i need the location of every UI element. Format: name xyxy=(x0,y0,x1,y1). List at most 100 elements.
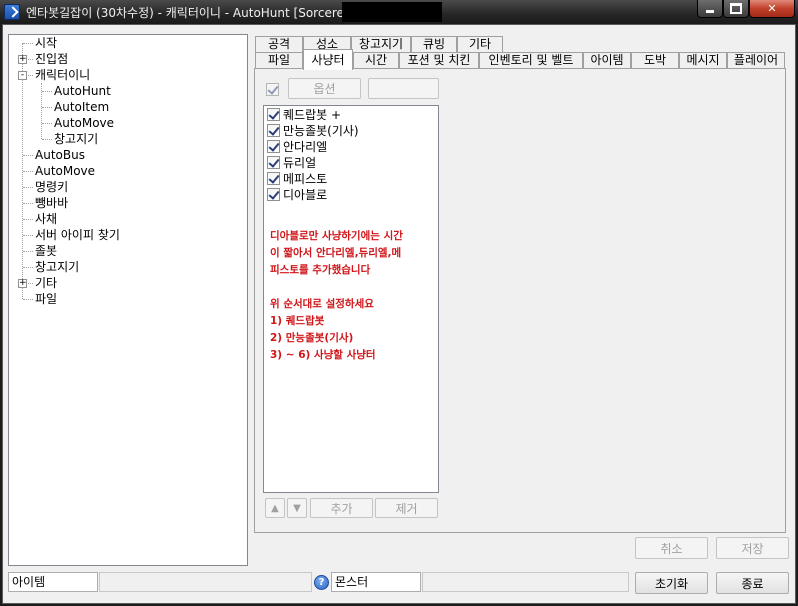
tree-item-automove[interactable]: AutoMove xyxy=(54,115,114,131)
expand-icon[interactable]: + xyxy=(18,55,27,64)
tree-connector xyxy=(23,203,33,204)
tree-item-label: AutoMove xyxy=(35,164,96,178)
option-button[interactable]: 옵션 xyxy=(288,78,361,99)
item-value-field[interactable] xyxy=(99,572,312,592)
list-item[interactable]: 메피스토 xyxy=(264,171,438,187)
item-checkbox[interactable] xyxy=(267,140,280,153)
tab-storage[interactable]: 창고지기 xyxy=(351,36,411,53)
list-item[interactable]: 퀘드랍봇 + xyxy=(264,107,438,123)
list-item-label: 만능졸봇(기사) xyxy=(283,124,359,138)
title-bar: 엔타봇길잡이 (30차수정) - 캐릭터이니 - AutoHunt [Sorce… xyxy=(0,0,798,24)
tree-item-start[interactable]: 시작 xyxy=(35,35,57,51)
list-item[interactable]: 디아블로 xyxy=(264,187,438,203)
expand-icon[interactable]: + xyxy=(18,279,27,288)
tree-item-label: 시작 xyxy=(35,36,58,50)
tree-item-command-keys[interactable]: 명령키 xyxy=(35,179,68,195)
note-line: 디아블로만 사냥하기에는 시간 xyxy=(270,230,403,242)
tree-item-label: 진입점 xyxy=(35,52,69,66)
add-button[interactable]: 추가 xyxy=(310,498,373,518)
tree-connector xyxy=(23,251,33,252)
tree-connector xyxy=(23,43,33,44)
tree-item-label: 캐릭터이니 xyxy=(35,68,91,82)
tree-connector xyxy=(42,139,52,140)
tab-gamble[interactable]: 도박 xyxy=(631,52,679,69)
tree-item-etc[interactable]: 기타 xyxy=(35,275,57,291)
tab-time[interactable]: 시간 xyxy=(353,52,399,69)
exit-button[interactable]: 종료 xyxy=(716,572,789,594)
item-checkbox[interactable] xyxy=(267,188,280,201)
tree-item-entry[interactable]: 진입점 xyxy=(35,51,68,67)
tree-item-label: 창고지기 xyxy=(35,260,80,274)
tab-attack[interactable]: 공격 xyxy=(255,36,303,53)
cancel-button[interactable]: 취소 xyxy=(635,537,708,559)
tree-connector xyxy=(42,107,52,108)
collapse-icon[interactable]: - xyxy=(18,71,27,80)
maximize-button[interactable] xyxy=(723,0,749,18)
tree-item-label: AutoBus xyxy=(35,148,85,162)
tab-cubing[interactable]: 큐빙 xyxy=(411,36,457,53)
tab-hunting-ground[interactable]: 사냥터 xyxy=(303,49,353,70)
instruction-note: 디아블로만 사냥하기에는 시간 이 짧아서 안다리엘,듀리엘,메 피스토를 추가… xyxy=(270,228,436,364)
tree-item-file[interactable]: 파일 xyxy=(35,291,57,307)
tree-item-label: 창고지기 xyxy=(54,132,99,146)
tree-item-label: AutoItem xyxy=(54,100,110,114)
tree-item-loan[interactable]: 사채 xyxy=(35,211,57,227)
monster-value-field[interactable] xyxy=(422,572,629,592)
blank-button[interactable] xyxy=(368,78,439,99)
tree-connector xyxy=(42,91,52,92)
list-item[interactable]: 듀리얼 xyxy=(264,155,438,171)
tree-item-label: 파일 xyxy=(35,292,58,306)
tree-connector xyxy=(23,187,33,188)
tree-item-label: 명령키 xyxy=(35,180,69,194)
tab-file[interactable]: 파일 xyxy=(255,52,303,69)
tree-connector xyxy=(28,283,33,284)
tree-item-label: AutoHunt xyxy=(54,84,111,98)
move-down-icon[interactable]: ▼ xyxy=(287,498,307,518)
item-checkbox[interactable] xyxy=(267,108,280,121)
tree-connector xyxy=(28,75,33,76)
tree-item-storage-keeper[interactable]: 창고지기 xyxy=(54,131,98,147)
note-line: 이 짧아서 안다리엘,듀리엘,메 xyxy=(270,247,402,259)
tree-connector xyxy=(23,171,33,172)
reset-button[interactable]: 초기화 xyxy=(635,572,708,594)
note-line: 2) 만능졸봇(기사) xyxy=(270,332,354,344)
tab-etc[interactable]: 기타 xyxy=(457,36,503,53)
item-checkbox[interactable] xyxy=(267,172,280,185)
app-icon[interactable] xyxy=(4,4,20,20)
note-line: 3) ~ 6) 사냥할 사냥터 xyxy=(270,349,376,361)
tree-item-minion-bot[interactable]: 졸봇 xyxy=(35,243,57,259)
navigation-tree[interactable]: 시작 + 진입점 - 캐릭터이니 AutoHunt AutoItem AutoM… xyxy=(8,34,248,566)
tab-player[interactable]: 플레이어 xyxy=(727,52,785,69)
tree-connector xyxy=(23,267,33,268)
tree-item-autoitem[interactable]: AutoItem xyxy=(54,99,109,115)
tree-item-storage-keeper-root[interactable]: 창고지기 xyxy=(35,259,79,275)
remove-button[interactable]: 제거 xyxy=(375,498,438,518)
tab-inventory-belt[interactable]: 인벤토리 및 벨트 xyxy=(479,52,583,69)
help-icon[interactable]: ? xyxy=(314,575,329,590)
tab-message[interactable]: 메시지 xyxy=(679,52,727,69)
list-item[interactable]: 안다리엘 xyxy=(264,139,438,155)
option-checkbox[interactable] xyxy=(266,83,279,96)
tree-item-server-ip-finder[interactable]: 서버 아이피 찾기 xyxy=(35,227,120,243)
tab-item[interactable]: 아이템 xyxy=(583,52,631,69)
move-up-icon[interactable]: ▲ xyxy=(265,498,285,518)
tree-connector xyxy=(23,299,33,300)
save-button[interactable]: 저장 xyxy=(716,537,789,559)
tab-potion-chicken[interactable]: 포션 및 치킨 xyxy=(399,52,479,69)
item-checkbox[interactable] xyxy=(267,124,280,137)
tree-connector xyxy=(28,59,33,60)
tree-item-autobus[interactable]: AutoBus xyxy=(35,147,85,163)
tree-item-label: 뺑바바 xyxy=(35,196,69,210)
tree-item-label: 서버 아이피 찾기 xyxy=(35,228,120,242)
minimize-button[interactable] xyxy=(697,0,723,18)
tree-item-character-ini[interactable]: 캐릭터이니 xyxy=(35,67,90,83)
redacted-region xyxy=(342,2,442,22)
note-line: 1) 퀘드랍봇 xyxy=(270,315,325,327)
list-item[interactable]: 만능졸봇(기사) xyxy=(264,123,438,139)
item-checkbox[interactable] xyxy=(267,156,280,169)
item-label-field: 아이템 xyxy=(8,572,98,592)
close-button[interactable] xyxy=(749,0,795,18)
tree-item-baal-run[interactable]: 뺑바바 xyxy=(35,195,68,211)
tree-item-autohunt[interactable]: AutoHunt xyxy=(54,83,111,99)
tree-item-automove-root[interactable]: AutoMove xyxy=(35,163,95,179)
